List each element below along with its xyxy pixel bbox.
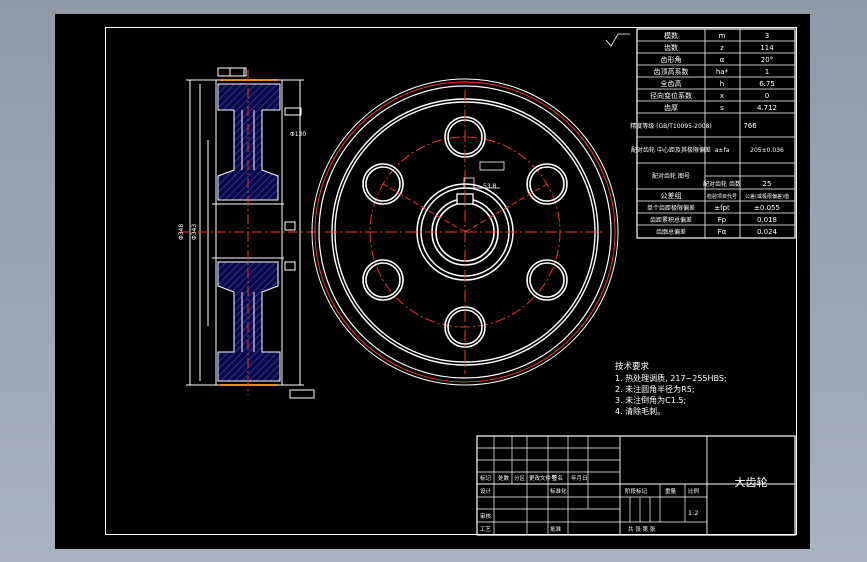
param-symbol: Fα — [718, 228, 727, 236]
tb-zone: 分区 — [514, 474, 526, 482]
param-value: 0.024 — [757, 228, 778, 236]
tech-item: 3. 未注倒角为C1.5; — [615, 396, 687, 405]
param-symbol: a±fa — [715, 147, 730, 154]
param-value: 1 — [765, 68, 769, 76]
param-name: 配对齿轮 中心距及其极限偏差 — [631, 146, 711, 154]
param-name: 单个齿距极限偏差 — [647, 204, 695, 212]
tech-requirements: 技术要求 1. 热处理调质, 217~255HBS; 2. 未注圆角半径为R5;… — [615, 362, 727, 417]
param-name: 齿廓总偏差 — [656, 228, 686, 236]
param-name: 公差组 — [661, 191, 682, 200]
dim-dia-a: Φ348 — [178, 224, 185, 240]
tb-stage-mark: 阶段标记 — [625, 487, 648, 495]
param-name: 精度等级 (GB/T10095-2008) — [630, 122, 712, 130]
param-symbol: m — [719, 32, 726, 40]
param-value: 公差(或极限偏差)值 — [745, 193, 789, 200]
param-name: 齿厚 — [664, 104, 678, 112]
param-symbol: 检验项目代号 — [707, 193, 737, 200]
param-name: 模数 — [664, 31, 678, 40]
tb-standard: 标准化 — [550, 487, 567, 495]
part-name: 大齿轮 — [735, 475, 768, 489]
param-value: 20° — [761, 56, 773, 64]
tb-design: 设计 — [480, 487, 492, 495]
tb-approve: 批准 — [550, 525, 562, 533]
tb-scale-label: 比例 — [688, 487, 700, 495]
param-value: 6.75 — [759, 80, 775, 88]
upper-hatch — [217, 83, 281, 201]
param-value: 0.018 — [757, 216, 777, 224]
dim-dia-b: Φ343 — [191, 224, 198, 240]
param-name: 齿形角 — [661, 55, 682, 64]
param-symbol: x — [720, 92, 724, 100]
tb-review: 审核 — [480, 512, 492, 520]
param-name: 齿顶高系数 — [654, 67, 689, 76]
param-name: 配对齿轮 齿数 — [703, 180, 741, 188]
param-symbol: s — [720, 104, 724, 112]
param-value: 114 — [760, 44, 774, 52]
tech-item: 2. 未注圆角半径为R5; — [615, 385, 695, 394]
tech-title: 技术要求 — [615, 362, 650, 372]
tb-process: 工艺 — [480, 526, 492, 533]
param-symbol: ha* — [716, 68, 729, 76]
param-value: 4.712 — [757, 104, 777, 112]
section-view — [180, 67, 320, 399]
param-name: 齿数 — [664, 43, 678, 52]
param-symbol: Fp — [718, 216, 727, 224]
tb-count: 处数 — [498, 474, 510, 482]
param-value: ±0.055 — [754, 204, 780, 212]
front-view — [311, 78, 619, 386]
lower-hatch — [217, 261, 281, 382]
param-value: 766 — [743, 122, 757, 130]
dim-keyway: 53.8 — [483, 183, 497, 190]
param-name: 全齿高 — [661, 79, 682, 88]
param-value: 25 — [763, 180, 772, 188]
title-block-labels: 标记 处数 分区 更改文件号 签名 年月日 设计 标准化 阶段标记 重量 比例 … — [480, 474, 700, 533]
gear-param-table: 模数 m 3 齿数 z 114 齿形角 α 20° 齿顶高系数 ha* 1 全齿… — [630, 28, 796, 239]
tb-mark: 标记 — [480, 474, 492, 482]
tech-item: 1. 热处理调质, 217~255HBS; — [615, 374, 727, 383]
param-name: 配对齿轮 图号 — [652, 172, 690, 180]
dim-hub: Φ130 — [290, 131, 306, 138]
tb-scale-value: 1:2 — [688, 509, 698, 517]
tech-item: 4. 清除毛刺。 — [615, 407, 666, 416]
tb-date: 年月日 — [571, 474, 588, 482]
tb-weight: 重量 — [665, 487, 677, 495]
param-symbol: ±fpt — [714, 204, 730, 212]
tb-sign: 签名 — [552, 474, 563, 482]
param-value: 3 — [765, 32, 769, 40]
param-symbol: z — [720, 44, 724, 52]
param-symbol: α — [720, 56, 725, 64]
param-value: 205±0.036 — [750, 147, 784, 154]
param-value: 0 — [765, 92, 769, 100]
param-name: 齿距累积总偏差 — [650, 216, 692, 224]
param-symbol: h — [720, 80, 724, 88]
roughness-symbol — [605, 33, 630, 47]
param-name: 径向变位系数 — [650, 91, 692, 100]
tb-sheets: 共 张 第 张 — [628, 525, 656, 533]
cad-drawing: Φ348 Φ343 Φ130 53.8 模数 m 3 齿数 z 114 齿形角 … — [178, 28, 796, 536]
